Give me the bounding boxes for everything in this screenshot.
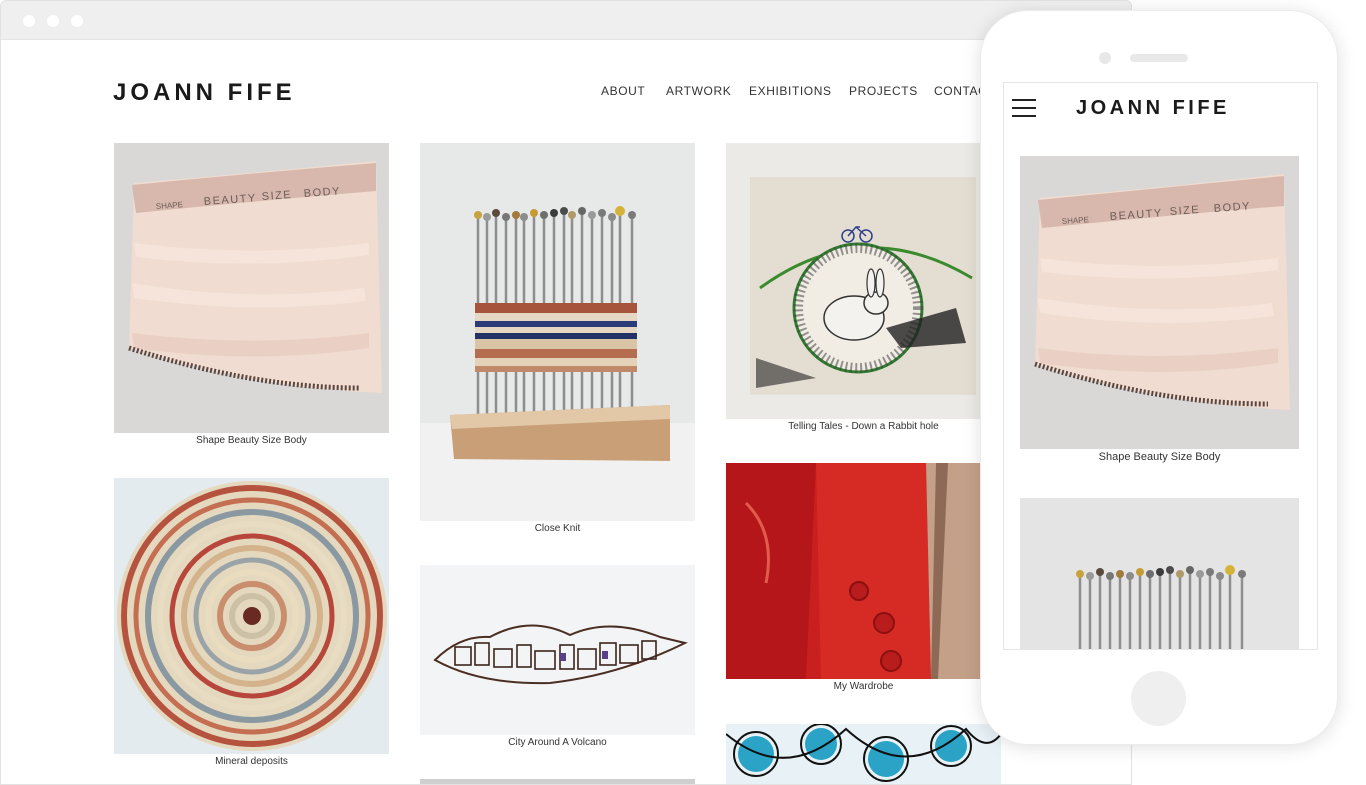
mobile-artwork-label-size: SIZE [1169,204,1200,218]
artwork-next-image-partial[interactable] [420,779,695,784]
nav-artwork[interactable]: ARTWORK [666,84,731,98]
mobile-artwork-close-knit-image[interactable] [1020,498,1299,649]
nav-exhibitions[interactable]: EXHIBITIONS [749,84,832,98]
artwork-city-volcano-image[interactable] [420,565,695,735]
artwork-mineral-deposits-image[interactable] [114,478,389,754]
mobile-caption-shape-beauty: Shape Beauty Size Body [1098,451,1221,463]
desktop-browser-window: JOANN FIFE ABOUT ARTWORK EXHIBITIONS PRO… [0,0,1132,785]
artwork-label-shape: SHAPE [156,200,184,211]
phone-camera-icon [1099,52,1111,64]
mobile-artwork-shape-beauty-image[interactable]: SHAPE BEAUTY SIZE BODY [1020,156,1299,449]
artwork-label-size: SIZE [261,189,292,203]
mobile-phone-frame: JOANN FIFE SHAPE BEAUTY SIZE BODY Shape … [980,10,1338,745]
caption-mineral-deposits: Mineral deposits [215,756,288,767]
mobile-site-logo[interactable]: JOANN FIFE [1076,97,1230,120]
artwork-scribble-image-partial[interactable] [726,724,1001,784]
caption-shape-beauty: Shape Beauty Size Body [196,435,307,446]
artwork-my-wardrobe-image[interactable] [726,463,1001,679]
caption-my-wardrobe: My Wardrobe [833,681,894,692]
window-minimize-dot-icon[interactable] [47,15,59,27]
artwork-telling-tales-image[interactable] [726,143,1001,419]
caption-city-volcano: City Around A Volcano [508,737,607,748]
nav-about[interactable]: ABOUT [601,84,645,98]
phone-speaker-icon [1130,54,1188,62]
artwork-shape-beauty-image[interactable]: SHAPE BEAUTY SIZE BODY [114,143,389,433]
caption-close-knit: Close Knit [534,523,581,534]
caption-telling-tales: Telling Tales - Down a Rabbit hole [788,421,939,432]
artwork-close-knit-image[interactable] [420,143,695,521]
mobile-screen: JOANN FIFE SHAPE BEAUTY SIZE BODY Shape … [1003,82,1318,650]
window-maximize-dot-icon[interactable] [71,15,83,27]
site-logo[interactable]: JOANN FIFE [113,79,296,107]
phone-home-button[interactable] [1131,671,1186,726]
nav-projects[interactable]: PROJECTS [849,84,918,98]
hamburger-menu-icon[interactable] [1012,99,1036,117]
window-close-dot-icon[interactable] [23,15,35,27]
browser-toolbar [1,1,1131,40]
mobile-artwork-label-shape: SHAPE [1062,215,1090,226]
